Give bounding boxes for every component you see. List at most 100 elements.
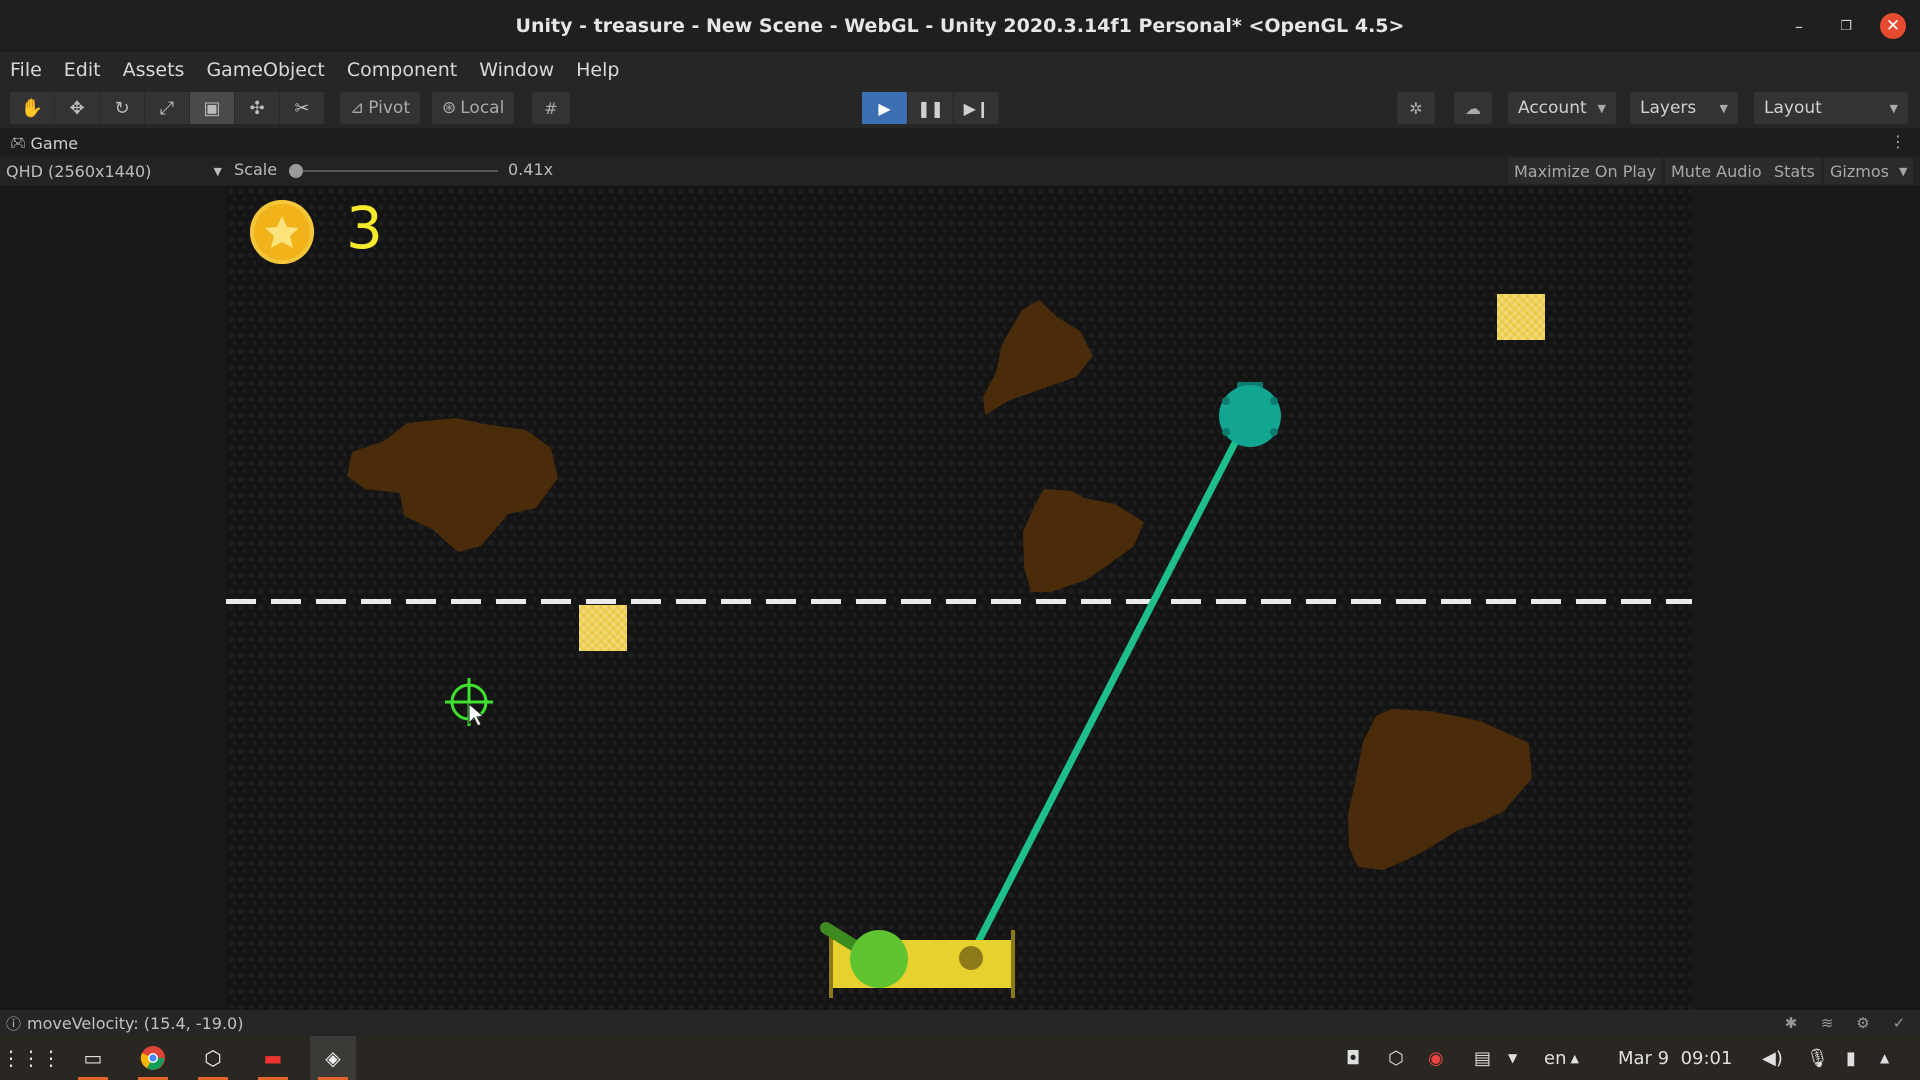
language-label: en xyxy=(1544,1047,1567,1069)
layers-label: Layers xyxy=(1640,98,1697,118)
clock[interactable]: Mar 9 09:01 xyxy=(1618,1036,1732,1080)
custom-tool-icon[interactable]: ✂ xyxy=(280,92,325,124)
chevron-down-icon: ▼ xyxy=(1898,164,1908,178)
hand-tool-icon[interactable]: ✋ xyxy=(10,92,55,124)
menu-gameobject[interactable]: GameObject xyxy=(206,59,324,81)
step-icon[interactable]: ▶❙ xyxy=(954,92,999,124)
terminal-app-icon[interactable]: ▬ xyxy=(250,1036,296,1080)
rock xyxy=(1348,709,1532,870)
game-tab-label: Game xyxy=(30,133,79,153)
game-viewport[interactable]: 3 xyxy=(226,186,1692,1010)
rock xyxy=(347,418,558,552)
rect-tool-icon[interactable]: ▣ xyxy=(190,92,235,124)
layers-dropdown[interactable]: Layers ▼ xyxy=(1630,92,1738,124)
gamepad-icon: 🎮︎ xyxy=(10,135,27,151)
app-grid-icon[interactable]: ⋮⋮⋮ xyxy=(1,1036,61,1080)
transform-tools: ✋ ✥ ↻ ⤢ ▣ ✣ ✂ xyxy=(10,92,325,124)
menu-edit[interactable]: Edit xyxy=(64,59,101,81)
pivot-label: Pivot xyxy=(368,98,410,118)
volume-icon[interactable]: ◀) xyxy=(1762,1036,1783,1080)
layout-label: Layout xyxy=(1764,98,1822,118)
rotate-tool-icon[interactable]: ↻ xyxy=(100,92,145,124)
local-label: Local xyxy=(460,98,505,118)
settings-icon[interactable]: ⚙ xyxy=(1852,1013,1874,1033)
chevron-down-icon: ▼ xyxy=(1889,101,1898,115)
game-objects-layer xyxy=(347,300,1532,998)
scale-tool-icon[interactable]: ⤢ xyxy=(145,92,190,124)
menu-file[interactable]: File xyxy=(10,59,42,81)
grapple-hook xyxy=(1219,382,1281,447)
resolution-dropdown[interactable]: QHD (2560x1440) ▼ xyxy=(6,160,222,182)
microphone-icon[interactable]: 🎙︎ xyxy=(1806,1036,1829,1080)
more-options-icon[interactable]: ⋮ xyxy=(1890,132,1906,151)
tab-game[interactable]: 🎮︎ Game xyxy=(10,134,78,153)
scale-slider-thumb[interactable] xyxy=(289,164,304,178)
game-controls-bar: QHD (2560x1440) ▼ Scale 0.41x Maximize O… xyxy=(0,156,1920,186)
unity-hub-app-icon[interactable]: ⬡ xyxy=(190,1036,236,1080)
menu-assets[interactable]: Assets xyxy=(123,59,185,81)
clipboard-icon[interactable]: ▤ xyxy=(1474,1036,1491,1080)
player-platform xyxy=(820,922,1015,998)
collab-icon[interactable]: ✲ xyxy=(1397,92,1435,124)
unity-editor-app-icon[interactable]: ◈ xyxy=(310,1036,356,1080)
chevron-up-icon[interactable]: ▲ xyxy=(1880,1036,1889,1080)
stats-toggle[interactable]: Stats xyxy=(1768,158,1821,184)
rock xyxy=(983,300,1093,415)
local-icon: ⊛ xyxy=(442,98,457,118)
close-icon[interactable]: ✕ xyxy=(1880,13,1906,39)
layout-dropdown[interactable]: Layout ▼ xyxy=(1754,92,1908,124)
os-taskbar: ⋮⋮⋮ ▭ ⬡ ▬ ◈ ◘ ⬡ ◉ ▤ ▼ en ▲ Mar 9 09:01 ◀… xyxy=(0,1036,1920,1080)
bug-icon[interactable]: ✱ xyxy=(1780,1013,1802,1033)
menu-help[interactable]: Help xyxy=(576,59,619,81)
window-title: Unity - treasure - New Scene - WebGL - U… xyxy=(515,15,1405,37)
unity-tray-icon[interactable]: ⬡ xyxy=(1388,1036,1404,1080)
cloud-icon[interactable]: ☁ xyxy=(1454,92,1492,124)
resolution-label: QHD (2560x1440) xyxy=(6,161,152,181)
status-message[interactable]: moveVelocity: (15.4, -19.0) xyxy=(27,1014,243,1033)
gizmos-dropdown[interactable]: Gizmos ▼ xyxy=(1824,158,1914,184)
account-label: Account xyxy=(1518,98,1587,118)
move-tool-icon[interactable]: ✥ xyxy=(55,92,100,124)
rock xyxy=(1023,489,1144,592)
pause-icon[interactable]: ❚❚ xyxy=(908,92,953,124)
chrome-tray-icon[interactable]: ◉ xyxy=(1428,1036,1444,1080)
chevron-up-icon: ▲ xyxy=(1570,1051,1579,1065)
mouse-cursor-icon xyxy=(468,702,485,727)
files-app-icon[interactable]: ▭ xyxy=(70,1036,116,1080)
scale-value: 0.41x xyxy=(508,160,554,179)
playback-controls: ▶ ❚❚ ▶❙ xyxy=(862,92,1000,124)
menu-bar: File Edit Assets GameObject Component Wi… xyxy=(0,52,1920,88)
transform-tool-icon[interactable]: ✣ xyxy=(235,92,280,124)
check-circle-icon[interactable]: ✓ xyxy=(1888,1013,1910,1033)
menu-component[interactable]: Component xyxy=(347,59,457,81)
scale-slider-track[interactable] xyxy=(292,170,498,172)
minimize-icon[interactable]: – xyxy=(1786,13,1812,39)
restore-icon[interactable]: ❐ xyxy=(1833,13,1859,39)
menu-window[interactable]: Window xyxy=(479,59,554,81)
gizmos-label: Gizmos xyxy=(1830,161,1889,181)
main-toolbar: ✋ ✥ ↻ ⤢ ▣ ✣ ✂ ⊿ Pivot ⊛ Local # ▶ ❚❚ ▶❙ … xyxy=(0,88,1920,128)
chevron-down-icon: ▼ xyxy=(213,164,222,178)
pivot-toggle[interactable]: ⊿ Pivot xyxy=(340,92,420,124)
game-tab-bar: 🎮︎ Game ⋮ xyxy=(0,130,1920,156)
play-icon[interactable]: ▶ xyxy=(862,92,907,124)
chevron-down-icon: ▼ xyxy=(1597,101,1606,115)
pivot-icon: ⊿ xyxy=(350,98,365,118)
chrome-app-icon[interactable] xyxy=(130,1036,176,1080)
local-toggle[interactable]: ⊛ Local xyxy=(432,92,515,124)
video-icon[interactable]: ◘ xyxy=(1346,1036,1360,1080)
layers-icon[interactable]: ≋ xyxy=(1816,1013,1838,1033)
account-dropdown[interactable]: Account ▼ xyxy=(1508,92,1616,124)
chevron-down-icon[interactable]: ▼ xyxy=(1508,1036,1517,1080)
scale-label: Scale xyxy=(234,160,278,179)
status-bar: ⓘ moveVelocity: (15.4, -19.0) ✱ ≋ ⚙ ✓ xyxy=(0,1010,1920,1036)
window-titlebar: Unity - treasure - New Scene - WebGL - U… xyxy=(0,0,1920,52)
language-indicator[interactable]: en ▲ xyxy=(1544,1036,1579,1080)
chevron-down-icon: ▼ xyxy=(1719,101,1728,115)
datetime-label: Mar 9 09:01 xyxy=(1618,1047,1733,1069)
info-icon: ⓘ xyxy=(6,1014,22,1033)
battery-icon[interactable]: ▮ xyxy=(1846,1036,1856,1080)
mute-audio-toggle[interactable]: Mute Audio xyxy=(1665,158,1768,184)
maximize-on-play-toggle[interactable]: Maximize On Play xyxy=(1508,158,1663,184)
grid-snap-icon[interactable]: # xyxy=(532,92,570,124)
